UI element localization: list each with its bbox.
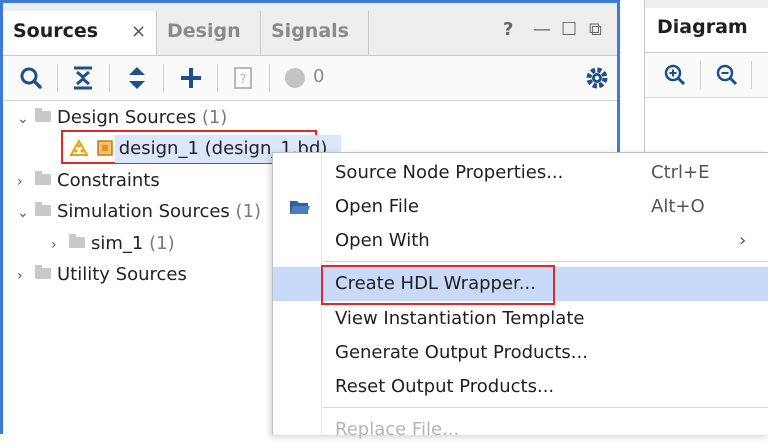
open-folder-icon — [290, 201, 310, 214]
diagram-toolbar — [645, 53, 768, 98]
tab-bar: Sources × Design Signals ? — ☐ ⧉ — [3, 3, 617, 56]
menu-item-reset-output-products[interactable]: Reset Output Products... — [273, 370, 768, 404]
menu-item-source-node-properties[interactable]: Source Node Properties... Ctrl+E — [273, 156, 768, 190]
tree-item-simulation-sources[interactable]: ⌄ Simulation Sources (1) — [17, 197, 261, 227]
tab-sources[interactable]: Sources × — [3, 11, 157, 55]
menu-item-replace-file[interactable]: Replace File... — [273, 413, 768, 447]
folder-icon — [35, 108, 51, 122]
tab-signals-label: Signals — [271, 20, 349, 42]
tree-item-design-sources[interactable]: ⌄ Design Sources (1) — [17, 103, 227, 133]
restore-icon[interactable]: ⧉ — [589, 19, 602, 40]
folder-icon — [69, 234, 85, 248]
menu-separator — [323, 261, 768, 262]
tree-label: sim_1 — [91, 233, 144, 254]
folder-icon — [35, 202, 51, 216]
module-icon — [96, 139, 113, 156]
context-menu: Source Node Properties... Ctrl+E Open Fi… — [272, 152, 768, 440]
zoom-out-icon[interactable] — [715, 63, 739, 87]
gear-icon[interactable] — [583, 64, 611, 92]
tab-diagram[interactable]: Diagram — [645, 8, 768, 52]
menu-item-open-file[interactable]: Open File Alt+O — [273, 190, 768, 224]
svg-text:?: ? — [240, 72, 246, 86]
add-icon[interactable] — [177, 64, 205, 92]
tree-count: (1) — [149, 233, 175, 254]
tree-item-sim-1[interactable]: › sim_1 (1) — [51, 229, 175, 259]
chevron-right-icon[interactable]: › — [17, 261, 31, 291]
tree-label: Constraints — [57, 170, 160, 191]
tree-item-constraints[interactable]: › Constraints — [17, 166, 160, 196]
chevron-right-icon: › — [739, 230, 747, 251]
status-count: 0 — [313, 66, 325, 87]
minimize-icon[interactable]: — — [533, 19, 551, 40]
tree-count: (1) — [201, 107, 228, 128]
status-circle-icon — [285, 68, 305, 88]
menu-separator — [323, 407, 768, 408]
toolbar-separator — [751, 61, 752, 89]
close-icon[interactable]: × — [131, 12, 146, 52]
toolbar-separator — [163, 64, 164, 92]
chevron-down-icon[interactable]: ⌄ — [17, 198, 31, 228]
chevron-right-icon[interactable]: › — [17, 167, 31, 197]
sources-toolbar: ? 0 — [3, 56, 617, 101]
collapse-all-icon[interactable] — [69, 64, 97, 92]
tree-item-utility-sources[interactable]: › Utility Sources — [17, 260, 187, 290]
help-icon[interactable]: ? — [503, 19, 513, 40]
folder-icon — [35, 265, 51, 279]
toolbar-separator — [269, 64, 270, 92]
tab-design-label: Design — [167, 20, 241, 42]
toolbar-separator — [217, 64, 218, 92]
properties-icon[interactable]: ? — [229, 64, 257, 92]
highlight-box — [321, 265, 555, 305]
toolbar-separator — [109, 64, 110, 92]
tree-label: Utility Sources — [57, 264, 187, 285]
search-icon[interactable] — [17, 64, 45, 92]
expand-all-icon[interactable] — [123, 64, 151, 92]
tree-label: Design Sources — [57, 107, 197, 128]
menu-item-open-with[interactable]: Open With › — [273, 224, 768, 258]
zoom-in-icon[interactable] — [663, 63, 687, 87]
folder-icon — [35, 171, 51, 185]
chevron-right-icon[interactable]: › — [51, 230, 65, 260]
toolbar-separator — [57, 64, 58, 92]
tree-label: Simulation Sources — [57, 201, 230, 222]
menu-item-view-instantiation-template[interactable]: View Instantiation Template — [273, 302, 768, 336]
menu-item-generate-output-products[interactable]: Generate Output Products... — [273, 336, 768, 370]
tab-sources-label: Sources — [13, 20, 99, 42]
tab-signals[interactable]: Signals — [261, 11, 369, 55]
maximize-icon[interactable]: ☐ — [561, 19, 577, 40]
tree-count: (1) — [235, 201, 262, 222]
tab-design[interactable]: Design — [157, 11, 261, 55]
diagram-title: Diagram — [657, 16, 748, 38]
toolbar-separator — [700, 61, 701, 89]
block-design-icon — [69, 138, 89, 156]
chevron-down-icon[interactable]: ⌄ — [17, 104, 31, 134]
diagram-tab-bar: Diagram — [645, 0, 768, 53]
